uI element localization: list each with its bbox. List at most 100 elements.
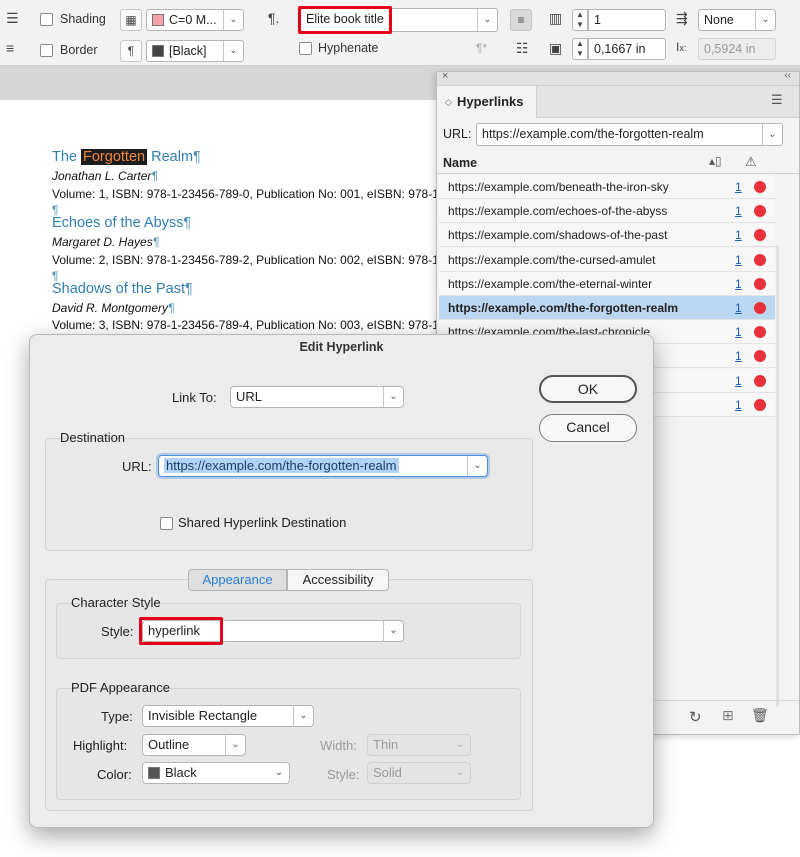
trash-icon[interactable]: 🗑	[751, 707, 769, 724]
tab-appearance[interactable]: Appearance	[188, 569, 287, 591]
close-icon[interactable]: ×	[442, 70, 448, 82]
link-to-select[interactable]: URL ⌄	[230, 386, 404, 408]
book-title[interactable]: The Forgotten Realm¶	[52, 149, 201, 165]
chevron-down-icon: ⌄	[383, 621, 403, 641]
page-link[interactable]: 1	[735, 199, 742, 223]
list-item[interactable]: https://example.com/shadows-of-the-past 1	[439, 223, 775, 248]
page-link[interactable]: 1	[735, 296, 742, 320]
tab-accessibility[interactable]: Accessibility	[287, 569, 389, 591]
selected-text[interactable]: Forgotten	[81, 149, 148, 165]
meta-text: Volume: 1, ISBN: 978-1-23456-789-0, Publ…	[52, 187, 439, 201]
shared-destination-checkbox[interactable]	[160, 517, 173, 530]
highlight-box	[298, 6, 392, 34]
author-text: Margaret D. Hayes	[52, 235, 153, 249]
pilcrow-mark: ¶	[185, 281, 193, 297]
panel-menu-icon[interactable]: ☰	[771, 92, 783, 108]
status-dot-icon	[754, 326, 766, 339]
line-style-select: Solid ⌄	[367, 762, 471, 784]
chevron-down-icon: ⌄	[383, 387, 403, 407]
page-link[interactable]: 1	[735, 393, 742, 417]
collapse-icon[interactable]: ‹‹	[784, 70, 791, 81]
type-label: Type:	[101, 709, 133, 724]
panel-url-field[interactable]: https://example.com/the-forgotten-realm …	[476, 123, 783, 146]
destination-url-input[interactable]: https://example.com/the-forgotten-realm …	[158, 455, 488, 477]
scrollbar[interactable]	[776, 246, 779, 706]
page-link[interactable]: 1	[735, 175, 742, 199]
highlight-select[interactable]: Outline ⌄	[142, 734, 246, 756]
refresh-icon[interactable]: ↻	[689, 708, 702, 726]
color-select[interactable]: Black ⌄	[142, 762, 290, 784]
gutter-value: 0,1667 in	[594, 42, 646, 56]
border-color-select[interactable]: [Black] ⌄	[146, 40, 244, 62]
gutter-stepper[interactable]: ▲ ▼	[572, 38, 588, 60]
line-style-value: Solid	[373, 765, 402, 780]
page-link[interactable]: 1	[735, 223, 742, 247]
status-dot-icon	[754, 302, 766, 314]
paragraph-style-icon: ¶.	[268, 10, 280, 26]
page-link[interactable]: 1	[735, 369, 742, 393]
width-label: Width:	[320, 738, 357, 753]
chevron-down-icon: ⌄	[477, 9, 497, 31]
pilcrow-option-icon[interactable]: ¶*	[476, 41, 487, 55]
chevron-down-icon: ⌄	[755, 10, 775, 30]
color-swatch	[148, 767, 160, 779]
chevron-down-icon: ⌄	[293, 706, 313, 726]
width-prefix: x:	[679, 43, 687, 53]
columns-field[interactable]: 1	[588, 9, 666, 31]
page-link[interactable]: 1	[735, 320, 742, 344]
border-color-value: [Black]	[169, 44, 207, 58]
tab-hyperlinks[interactable]: ◇ Hyperlinks	[437, 86, 537, 118]
cancel-button[interactable]: Cancel	[539, 414, 637, 442]
page-link[interactable]: 1	[735, 248, 742, 272]
page-link[interactable]: 1	[735, 344, 742, 368]
highlight-box	[139, 617, 223, 645]
hyperlink-name: https://example.com/the-eternal-winter	[448, 276, 653, 291]
ok-button[interactable]: OK	[539, 375, 637, 403]
hyphenate-checkbox[interactable]	[299, 42, 312, 55]
list-item[interactable]: https://example.com/the-eternal-winter 1	[439, 271, 775, 296]
width-value: 0,5924 in	[704, 42, 756, 56]
column-name[interactable]: Name	[443, 156, 477, 170]
link-to-label: Link To:	[172, 390, 217, 405]
author-text: David R. Montgomery	[52, 301, 169, 315]
align-justify-icon[interactable]: ≡	[510, 9, 532, 31]
list-item[interactable]: https://example.com/the-forgotten-realm 1	[439, 296, 775, 320]
page-link[interactable]: 1	[735, 272, 742, 296]
chevron-down-icon: ⌄	[274, 767, 284, 778]
paragraph-border-icon[interactable]: ¶	[120, 40, 142, 62]
balance-select[interactable]: None ⌄	[698, 9, 776, 31]
align-columns-icon[interactable]: ☷	[516, 40, 529, 57]
book-meta: Volume: 2, ISBN: 978-1-23456-789-2, Publ…	[52, 253, 439, 267]
chevron-down-icon: ⌄	[762, 124, 782, 145]
border-checkbox[interactable]	[40, 44, 53, 57]
pdf-appearance-label: PDF Appearance	[71, 680, 171, 695]
list-item[interactable]: https://example.com/beneath-the-iron-sky…	[439, 175, 775, 199]
type-select[interactable]: Invisible Rectangle ⌄	[142, 705, 314, 727]
gutter-field[interactable]: 0,1667 in	[588, 38, 666, 60]
columns-stepper[interactable]: ▲ ▼	[572, 9, 588, 31]
chevron-down-icon: ⌄	[225, 735, 245, 755]
columns-icon: ▥	[549, 10, 563, 26]
title-text: Realm	[147, 149, 194, 165]
book-title[interactable]: Echoes of the Abyss¶	[52, 215, 191, 231]
shading-grid-icon[interactable]: ▦	[120, 9, 142, 31]
new-hyperlink-icon[interactable]: ⊞	[722, 707, 734, 724]
shading-checkbox[interactable]	[40, 13, 53, 26]
book-title[interactable]: Shadows of the Past¶	[52, 281, 193, 297]
bulleted-list-icon[interactable]: ☰	[6, 10, 19, 27]
pilcrow-mark: ¶	[168, 301, 175, 315]
numbered-list-icon[interactable]: ≡	[6, 40, 14, 56]
hyperlink-name: https://example.com/echoes-of-the-abyss	[448, 204, 668, 219]
gutter-icon: ▣	[549, 40, 563, 56]
title-text: The	[52, 149, 82, 165]
pilcrow-mark: ¶	[152, 235, 160, 249]
status-dot-icon	[754, 350, 766, 363]
character-style-label: Character Style	[71, 595, 161, 610]
list-item[interactable]: https://example.com/the-cursed-amulet 1	[439, 247, 775, 272]
shading-color-select[interactable]: C=0 M... ⌄	[146, 9, 244, 31]
color-label: Color:	[97, 767, 132, 782]
list-item[interactable]: https://example.com/echoes-of-the-abyss 1	[439, 199, 775, 224]
url-label: URL:	[443, 127, 472, 141]
width-value: Thin	[373, 737, 399, 752]
sort-icon[interactable]: ▴▯	[709, 154, 722, 168]
